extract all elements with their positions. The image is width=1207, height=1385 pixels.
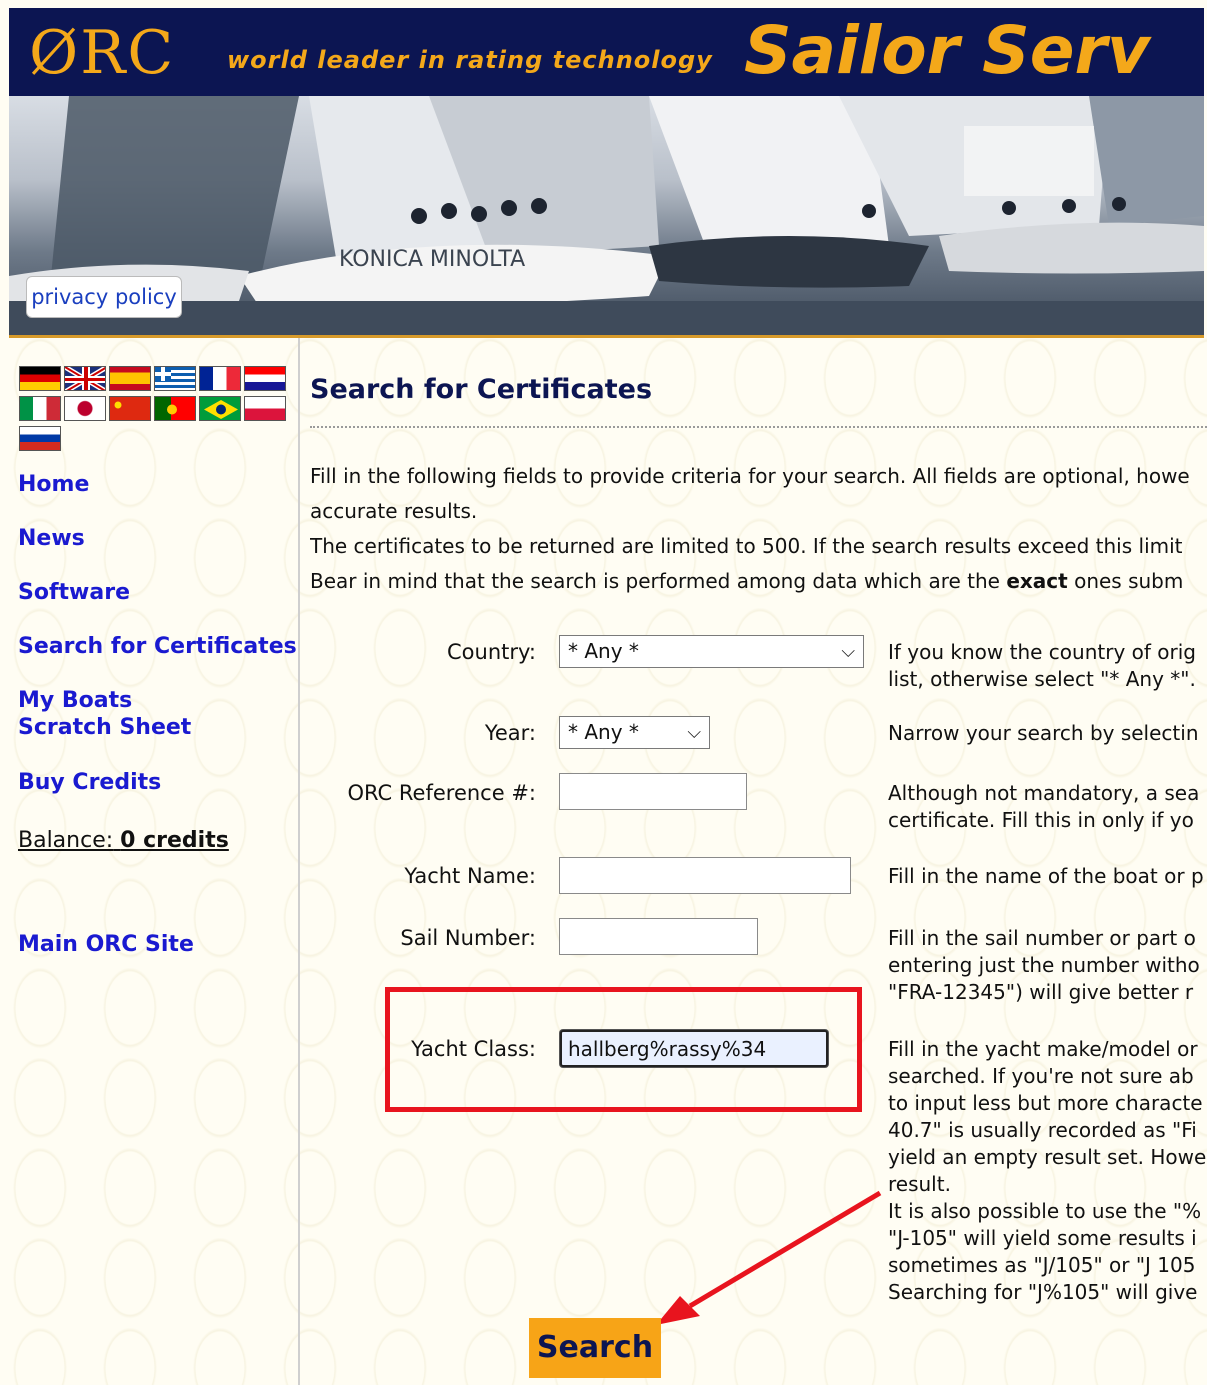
yacht-name-label: Yacht Name: [404, 864, 536, 888]
balance-value: 0 credits [120, 828, 229, 853]
yacht-class-input[interactable]: hallberg%rassy%34 [560, 1030, 828, 1067]
nav-news[interactable]: News [18, 526, 85, 551]
japanese-flag-icon[interactable] [64, 396, 106, 421]
polish-flag-icon[interactable] [244, 396, 286, 421]
sail-number-label: Sail Number: [400, 926, 536, 950]
greek-flag-icon[interactable] [154, 366, 196, 391]
intro-line-3: The certificates to be returned are limi… [310, 534, 1183, 558]
orc-reference-help: Although not mandatory, a sea certificat… [888, 781, 1200, 832]
page-title: Search for Certificates [310, 374, 653, 405]
spanish-flag-icon[interactable] [109, 366, 151, 391]
nav-buy-credits[interactable]: Buy Credits [18, 770, 161, 795]
nav-software[interactable]: Software [18, 580, 130, 605]
nav-main-orc-site[interactable]: Main ORC Site [18, 932, 194, 957]
svg-text:KONICA MINOLTA: KONICA MINOLTA [339, 247, 525, 272]
site-header: ØRC world leader in rating technology Sa… [9, 8, 1204, 96]
brazilian-flag-icon[interactable] [199, 396, 241, 421]
uk-flag-icon[interactable] [64, 366, 106, 391]
balance-display[interactable]: Balance: 0 credits [18, 828, 229, 853]
intro-line-2: accurate results. [310, 499, 478, 523]
year-select[interactable]: * Any * ⌵ [559, 716, 710, 749]
nav-my-boats[interactable]: My Boats [18, 688, 132, 713]
country-label: Country: [447, 640, 536, 664]
orc-reference-label: ORC Reference #: [347, 781, 536, 805]
chevron-down-icon: ⌵ [841, 641, 855, 662]
sail-number-input[interactable] [559, 918, 758, 955]
german-flag-icon[interactable] [19, 366, 61, 391]
title-divider [310, 426, 1207, 428]
yacht-name-input[interactable] [559, 857, 851, 894]
french-flag-icon[interactable] [199, 366, 241, 391]
yacht-class-help: Fill in the yacht make/model or searched… [888, 1037, 1207, 1304]
country-help: If you know the country of orig list, ot… [888, 640, 1196, 691]
tagline: world leader in rating technology [227, 46, 713, 74]
search-button[interactable]: Search [529, 1318, 661, 1378]
nav-scratch-sheet[interactable]: Scratch Sheet [18, 715, 191, 740]
sidebar: Home News Software Search for Certificat… [0, 338, 300, 1385]
chevron-down-icon: ⌵ [687, 722, 701, 743]
country-select[interactable]: * Any * ⌵ [559, 635, 864, 668]
nav-search-certificates[interactable]: Search for Certificates [18, 634, 297, 659]
nav-home[interactable]: Home [18, 472, 89, 497]
balance-label: Balance: [18, 828, 114, 853]
croatian-flag-icon[interactable] [244, 366, 286, 391]
orc-reference-input[interactable] [559, 773, 747, 810]
russian-flag-icon[interactable] [19, 426, 61, 451]
intro-bold-exact: exact [1006, 569, 1068, 593]
italian-flag-icon[interactable] [19, 396, 61, 421]
year-help: Narrow your search by selectin [888, 721, 1199, 745]
intro-line-4: Bear in mind that the search is performe… [310, 569, 1184, 593]
yacht-class-label: Yacht Class: [411, 1037, 536, 1061]
year-label: Year: [484, 721, 536, 745]
sail-number-help: Fill in the sail number or part o enteri… [888, 926, 1200, 1004]
sailor-services-title: Sailor Serv [744, 12, 1151, 89]
privacy-policy-link[interactable]: privacy policy [26, 276, 182, 318]
regatta-banner-image: KONICA MINOLTA [9, 96, 1204, 338]
portuguese-flag-icon[interactable] [154, 396, 196, 421]
chinese-flag-icon[interactable] [109, 396, 151, 421]
yacht-name-help: Fill in the name of the boat or p [888, 864, 1204, 888]
orc-logo[interactable]: ØRC [29, 18, 175, 88]
intro-line-1: Fill in the following fields to provide … [310, 464, 1190, 488]
